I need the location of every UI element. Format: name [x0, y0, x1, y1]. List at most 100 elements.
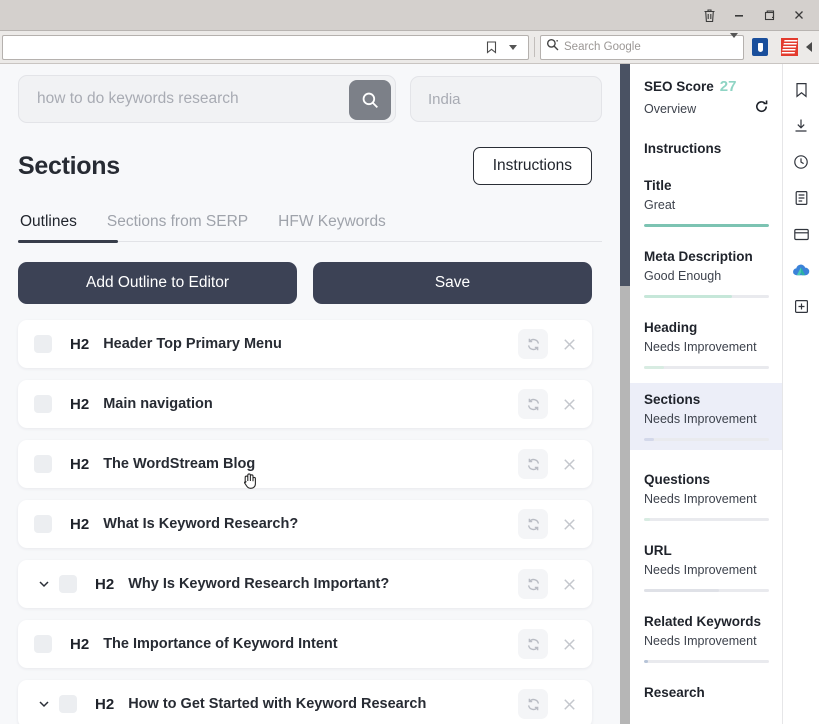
seo-metric-status: Needs Improvement: [644, 563, 757, 577]
seo-metric-name: Title: [644, 178, 672, 193]
add-panel-icon[interactable]: [789, 294, 813, 318]
row-heading-text: Why Is Keyword Research Important?: [128, 576, 390, 592]
outline-row[interactable]: H2 The WordStream Blog: [18, 440, 592, 488]
bookmark-icon[interactable]: [480, 40, 502, 54]
refresh-icon[interactable]: [518, 329, 548, 359]
outline-row[interactable]: H2 Main navigation: [18, 380, 592, 428]
seo-metric-progress: [644, 518, 769, 521]
seo-metric-status: Needs Improvement: [644, 492, 757, 506]
seo-metric-related-keywords[interactable]: Related Keywords Needs Improvement: [644, 614, 769, 663]
address-bar[interactable]: [2, 34, 529, 60]
outline-row[interactable]: H2 Header Top Primary Menu: [18, 320, 592, 368]
location-input[interactable]: India: [410, 76, 602, 122]
refresh-icon[interactable]: [518, 509, 548, 539]
wallet-icon[interactable]: [789, 222, 813, 246]
seo-metric-sections[interactable]: Sections Needs Improvement: [630, 383, 782, 450]
seo-metric-progress: [644, 366, 769, 369]
row-checkbox[interactable]: [34, 455, 52, 473]
seo-metric-meta-description[interactable]: Meta Description Good Enough: [644, 249, 769, 298]
close-x-icon[interactable]: [554, 569, 584, 599]
tab-hfw-keywords[interactable]: HFW Keywords: [276, 213, 388, 232]
close-x-icon[interactable]: [554, 509, 584, 539]
seo-metric-heading[interactable]: Heading Needs Improvement: [644, 320, 769, 369]
address-dropdown-icon[interactable]: [502, 44, 524, 50]
seo-metric-name: Heading: [644, 320, 698, 335]
row-checkbox[interactable]: [34, 635, 52, 653]
search-input[interactable]: Search Google: [564, 41, 725, 53]
seo-metric-questions[interactable]: Questions Needs Improvement: [644, 472, 769, 521]
seo-metric-progress: [644, 589, 769, 592]
cloud-sync-icon[interactable]: [789, 258, 813, 282]
seo-metric-progress: [644, 438, 769, 441]
title-row: Sections Instructions: [18, 147, 602, 185]
row-checkbox[interactable]: [34, 515, 52, 533]
seo-overview-row: Overview: [644, 99, 769, 119]
page-scrollbar[interactable]: [620, 64, 630, 724]
instructions-button[interactable]: Instructions: [472, 147, 592, 185]
tab-sections-from-serp[interactable]: Sections from SERP: [105, 213, 250, 232]
close-x-icon[interactable]: [554, 329, 584, 359]
seo-metric-status: Great: [644, 198, 676, 212]
minimize-button[interactable]: [725, 3, 753, 27]
refresh-icon[interactable]: [518, 629, 548, 659]
row-heading-tag: H2: [70, 395, 90, 413]
row-checkbox[interactable]: [59, 695, 77, 713]
save-button[interactable]: Save: [313, 262, 592, 304]
refresh-icon[interactable]: [518, 449, 548, 479]
seo-metric-name: Research: [644, 685, 705, 700]
row-heading-tag: H2: [70, 455, 90, 473]
download-icon[interactable]: [789, 114, 813, 138]
row-checkbox[interactable]: [34, 335, 52, 353]
close-button[interactable]: [785, 3, 813, 27]
tab-outlines[interactable]: Outlines: [18, 213, 79, 232]
seo-instructions-heading[interactable]: Instructions: [644, 141, 769, 156]
page-scrollbar-thumb[interactable]: [620, 64, 630, 286]
chevron-down-icon[interactable]: [34, 694, 54, 714]
refresh-icon[interactable]: [518, 569, 548, 599]
seo-metric-status: Good Enough: [644, 269, 722, 283]
extension-red-icon[interactable]: [776, 34, 802, 60]
extension-blue-shield-icon[interactable]: [747, 34, 773, 60]
maximize-button[interactable]: [755, 3, 783, 27]
refresh-icon[interactable]: [518, 689, 548, 719]
row-checkbox[interactable]: [34, 395, 52, 413]
row-heading-text: How to Get Started with Keyword Research: [128, 696, 427, 712]
browser-side-rail: [782, 64, 819, 724]
refresh-icon[interactable]: [518, 389, 548, 419]
reading-list-icon[interactable]: [789, 186, 813, 210]
seo-metric-progress: [644, 295, 769, 298]
history-clock-icon[interactable]: [789, 150, 813, 174]
row-heading-text: What Is Keyword Research?: [103, 516, 299, 532]
add-outline-to-editor-button[interactable]: Add Outline to Editor: [18, 262, 297, 304]
close-x-icon[interactable]: [554, 689, 584, 719]
search-row: how to do keywords research India: [18, 64, 602, 123]
refresh-icon[interactable]: [754, 99, 769, 119]
outline-row[interactable]: H2 How to Get Started with Keyword Resear…: [18, 680, 592, 724]
close-x-icon[interactable]: [554, 629, 584, 659]
seo-metric-url[interactable]: URL Needs Improvement: [644, 543, 769, 592]
seo-metric-title[interactable]: Title Great: [644, 178, 769, 227]
keyword-input[interactable]: how to do keywords research: [18, 75, 396, 123]
keyword-search-button[interactable]: [349, 80, 391, 120]
bookmark-icon[interactable]: [789, 78, 813, 102]
close-x-icon[interactable]: [554, 449, 584, 479]
search-box[interactable]: Search Google: [540, 33, 744, 60]
search-engine-dropdown-icon[interactable]: [730, 33, 738, 56]
keyword-input-placeholder: how to do keywords research: [37, 90, 239, 107]
window-titlebar: [0, 0, 819, 31]
close-x-icon[interactable]: [554, 389, 584, 419]
outline-row[interactable]: H2 Why Is Keyword Research Important?: [18, 560, 592, 608]
seo-metric-research[interactable]: Research: [644, 685, 769, 700]
seo-metric-name: Sections: [644, 392, 701, 407]
browser-toolbar: Search Google: [0, 31, 819, 64]
chevron-down-icon[interactable]: [34, 574, 54, 594]
outline-row[interactable]: H2 What Is Keyword Research?: [18, 500, 592, 548]
page-body: how to do keywords research India Sectio…: [0, 64, 819, 724]
trash-icon[interactable]: [695, 3, 723, 27]
row-checkbox[interactable]: [59, 575, 77, 593]
outline-row[interactable]: H2 The Importance of Keyword Intent: [18, 620, 592, 668]
row-heading-tag: H2: [70, 335, 90, 353]
tab-bar: Outlines Sections from SERP HFW Keywords: [18, 213, 602, 243]
chevron-left-icon[interactable]: [806, 42, 812, 52]
seo-sidebar: SEO Score 27 Overview Instructions Title…: [630, 64, 782, 724]
